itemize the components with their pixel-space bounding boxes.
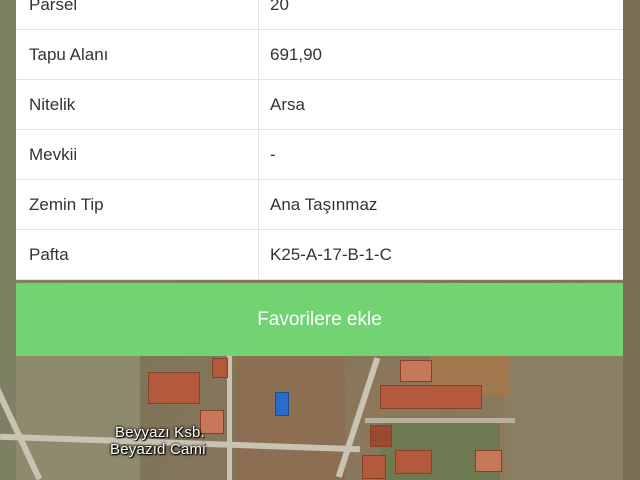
table-row: Parsel 20 xyxy=(16,0,623,30)
parcel-info-table: Parsel 20 Tapu Alanı 691,90 Nitelik Arsa… xyxy=(16,0,623,280)
table-row: Mevkii - xyxy=(16,130,623,180)
row-label-tapu-alani: Tapu Alanı xyxy=(16,30,259,79)
map-label-mosque: Beyazıd Cami xyxy=(110,441,206,458)
map-building xyxy=(370,425,392,447)
row-label-zemin-tip: Zemin Tip xyxy=(16,180,259,229)
row-value-mevkii: - xyxy=(270,144,276,164)
map-building xyxy=(380,385,482,409)
row-label-nitelik: Nitelik xyxy=(16,80,259,129)
row-value-pafta: K25-A-17-B-1-C xyxy=(270,244,392,264)
row-value-parsel: 20 xyxy=(270,0,289,14)
row-value-zemin-tip: Ana Taşınmaz xyxy=(270,194,378,214)
table-row: Tapu Alanı 691,90 xyxy=(16,30,623,80)
row-value-nitelik: Arsa xyxy=(270,94,305,114)
map-field xyxy=(235,355,345,480)
row-label-mevkii: Mevkii xyxy=(16,130,259,179)
map-field xyxy=(505,355,640,480)
row-value-tapu-alani: 691,90 xyxy=(270,44,322,64)
map-building xyxy=(148,372,200,404)
table-row: Zemin Tip Ana Taşınmaz xyxy=(16,180,623,230)
map-label-locality: Beyyazı Ksb. xyxy=(115,424,205,441)
table-row: Nitelik Arsa xyxy=(16,80,623,130)
map-building xyxy=(212,358,228,378)
map-building xyxy=(395,450,432,474)
map-building xyxy=(400,360,432,382)
table-row: Pafta K25-A-17-B-1-C xyxy=(16,230,623,280)
map-field xyxy=(623,0,640,480)
row-label-pafta: Pafta xyxy=(16,230,259,279)
map-field xyxy=(0,355,140,480)
map-road xyxy=(365,418,515,423)
map-building xyxy=(475,450,502,472)
add-to-favorites-button[interactable]: Favorilere ekle xyxy=(16,283,623,356)
map-building xyxy=(362,455,386,479)
map-building xyxy=(275,392,289,416)
row-label-parsel: Parsel xyxy=(16,0,259,29)
